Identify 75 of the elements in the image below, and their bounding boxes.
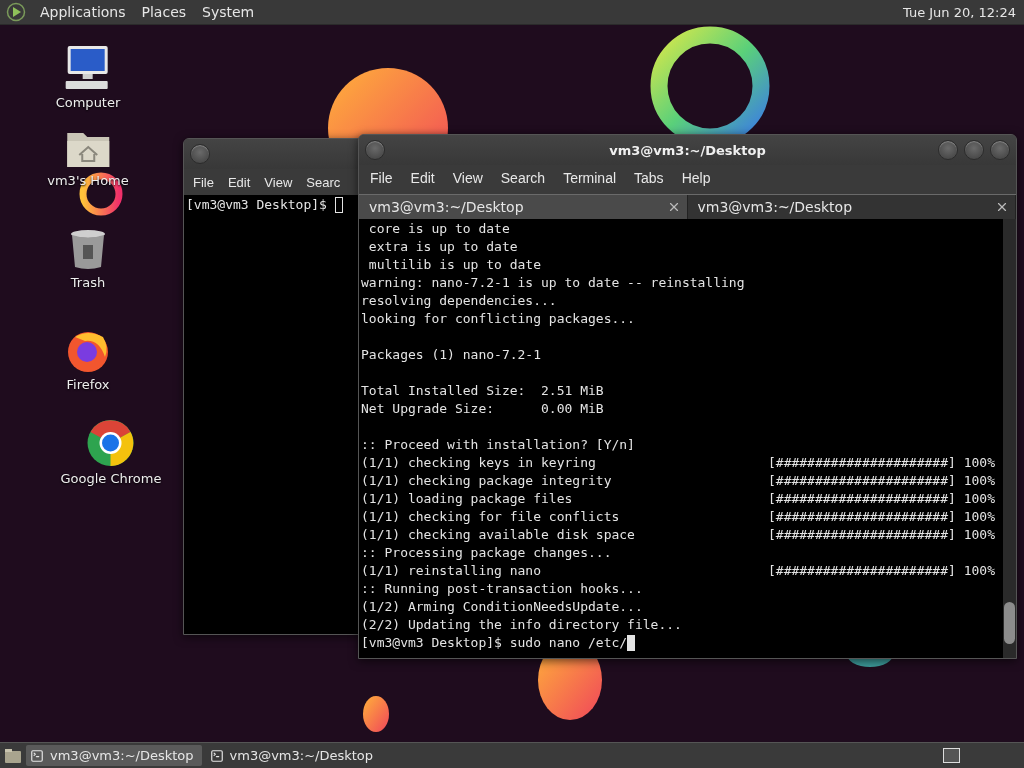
close-button[interactable]	[990, 140, 1010, 160]
terminal-prompt: [vm3@vm3 Desktop]$ sudo nano /etc/	[361, 634, 628, 652]
terminal-line: :: Processing package changes...	[361, 544, 612, 562]
progress-bar-text: [######################]	[768, 454, 956, 472]
terminal-line: (1/1) checking package integrity	[361, 472, 613, 490]
terminal-line: looking for conflicting packages...	[361, 310, 635, 328]
progress-percent: 100%	[963, 508, 995, 526]
workspace-switcher[interactable]	[943, 748, 960, 763]
icon-label[interactable]: Firefox	[66, 377, 110, 392]
terminal-line: :: Running post-transaction hooks...	[361, 580, 643, 598]
scrollbar-thumb[interactable]	[1004, 602, 1015, 644]
scrollbar[interactable]	[1003, 219, 1016, 658]
terminal-prompt: [vm3@vm3 Desktop]$	[186, 196, 327, 214]
menu-item[interactable]: View	[257, 174, 300, 190]
panel-menu[interactable]: Applications	[38, 4, 128, 20]
main-menu-icon[interactable]	[6, 2, 26, 22]
terminal-tab[interactable]: vm3@vm3:~/Desktop	[687, 195, 1016, 219]
menu-item[interactable]: Edit	[401, 170, 444, 186]
terminal-line: (1/1) loading package files	[361, 490, 574, 508]
window-title: vm3@vm3:~/Desktop	[609, 142, 766, 158]
panel-menu[interactable]: Places	[139, 4, 189, 20]
terminal-line: resolving dependencies...	[361, 292, 557, 310]
progress-bar-text: [######################]	[768, 526, 956, 544]
progress-bar-text: [######################]	[768, 562, 956, 580]
terminal-icon	[209, 748, 224, 763]
menu-item[interactable]: View	[443, 170, 492, 186]
menu-item[interactable]: Searc	[299, 174, 348, 190]
icon-label[interactable]: Google Chrome	[60, 471, 162, 486]
terminal-line: (1/1) checking for file conflicts	[361, 508, 621, 526]
terminal-line: (1/2) Arming ConditionNeedsUpdate...	[361, 598, 643, 616]
text-cursor	[334, 197, 343, 213]
menu-item[interactable]: File	[186, 174, 221, 190]
terminal-line: (1/1) checking keys in keyring	[361, 454, 597, 472]
task-button[interactable]: vm3@vm3:~/Desktop	[26, 745, 202, 766]
progress-percent: 100%	[963, 454, 995, 472]
terminal-line: :: Proceed with installation? [Y/n]	[361, 436, 635, 454]
progress-bar-text: [######################]	[768, 508, 956, 526]
task-button[interactable]: vm3@vm3:~/Desktop	[205, 745, 382, 766]
terminal-line: (1/1) checking available disk space	[361, 526, 636, 544]
menu-item[interactable]: Terminal	[554, 170, 626, 186]
clock[interactable]: Tue Jun 20, 12:24	[902, 4, 1016, 20]
icon-label[interactable]: Computer	[55, 95, 121, 110]
close-icon[interactable]	[995, 200, 1009, 214]
menu-item[interactable]: Search	[491, 170, 555, 186]
menu-item[interactable]: Tabs	[625, 170, 673, 186]
terminal-line: warning: nano-7.2-1 is up to date -- reinstalling	[361, 274, 745, 292]
minimize-button[interactable]	[938, 140, 958, 160]
terminal-line: (1/1) reinstalling nano	[361, 562, 542, 580]
terminal-line: extra is up to date	[367, 238, 518, 256]
window-menu-button[interactable]	[190, 144, 210, 164]
progress-percent: 100%	[963, 472, 995, 490]
terminal-tab[interactable]: vm3@vm3:~/Desktop	[359, 195, 688, 219]
show-desktop-icon[interactable]	[4, 747, 22, 764]
progress-percent: 100%	[963, 526, 995, 544]
icon-label[interactable]: Trash	[70, 275, 106, 290]
terminal-line: Total Installed Size: 2.51 MiB	[361, 382, 604, 400]
terminal-line: multilib is up to date	[367, 256, 541, 274]
progress-percent: 100%	[963, 562, 995, 580]
chrome-icon	[87, 419, 135, 467]
panel-menu[interactable]: System	[200, 4, 257, 20]
maximize-button[interactable]	[964, 140, 984, 160]
terminal-line: (2/2) Updating the info directory file...	[361, 616, 682, 634]
trash-icon	[69, 229, 107, 271]
terminal-icon	[30, 748, 44, 763]
menu-item[interactable]: File	[361, 170, 402, 186]
menu-item[interactable]: Help	[672, 170, 720, 186]
progress-bar-text: [######################]	[768, 490, 956, 508]
window-menu-button[interactable]	[365, 140, 385, 160]
terminal-line: Net Upgrade Size: 0.00 MiB	[361, 400, 604, 418]
menu-item[interactable]: Edit	[220, 174, 258, 190]
terminal-line: Packages (1) nano-7.2-1	[361, 346, 541, 364]
progress-percent: 100%	[963, 490, 995, 508]
text-cursor	[627, 635, 636, 651]
terminal-line: core is up to date	[367, 220, 510, 238]
progress-bar-text: [######################]	[768, 472, 956, 490]
